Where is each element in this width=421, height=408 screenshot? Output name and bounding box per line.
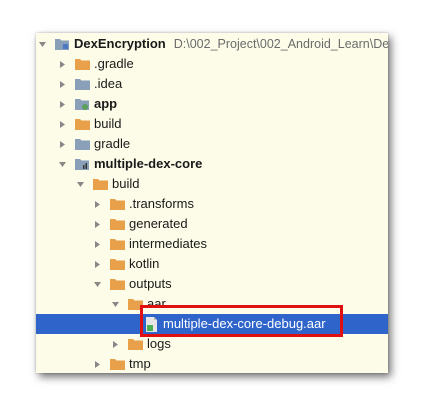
tree-item-label: logs (147, 336, 171, 351)
chevron-right-icon[interactable] (91, 254, 103, 274)
tree-row-build[interactable]: build (36, 114, 388, 134)
folder-icon (109, 216, 125, 232)
chevron-right-icon[interactable] (91, 194, 103, 214)
chevron-down-icon[interactable] (109, 294, 121, 314)
tree-row-kotlin[interactable]: kotlin (36, 254, 388, 274)
tree-item-label: intermediates (129, 236, 208, 251)
tree-row-core-build[interactable]: build (36, 174, 388, 194)
project-tree-panel: DexEncryption D:\002_Project\002_Android… (36, 33, 388, 373)
folder-icon (127, 296, 143, 312)
module-folder-icon (54, 36, 70, 52)
folder-icon (109, 276, 125, 292)
tree-row-multiple-dex-core[interactable]: multiple-dex-core (36, 154, 388, 174)
folder-icon (109, 236, 125, 252)
folder-icon (109, 256, 125, 272)
tree-row-gradle[interactable]: gradle (36, 134, 388, 154)
module-folder-icon (74, 156, 90, 172)
screenshot-stage: DexEncryption D:\002_Project\002_Android… (0, 0, 421, 408)
tree-item-label: build (94, 116, 122, 131)
tree-row-root[interactable]: DexEncryption D:\002_Project\002_Android… (36, 34, 388, 54)
folder-icon (127, 336, 143, 352)
tree-item-label: DexEncryption (74, 36, 166, 51)
tree-row-outputs[interactable]: outputs (36, 274, 388, 294)
module-folder-icon (74, 96, 90, 112)
chevron-down-icon[interactable] (91, 274, 103, 294)
tree-item-label: multiple-dex-core-debug.aar (163, 316, 326, 331)
chevron-right-icon[interactable] (56, 94, 68, 114)
folder-icon (109, 356, 125, 372)
folder-icon (74, 136, 90, 152)
tree-row-gradle-cache[interactable]: .gradle (36, 54, 388, 74)
tree-item-label: outputs (129, 276, 172, 291)
chevron-down-icon[interactable] (56, 154, 68, 174)
project-path: D:\002_Project\002_Android_Learn\De (173, 37, 388, 51)
chevron-right-icon[interactable] (109, 334, 121, 354)
folder-icon (109, 196, 125, 212)
folder-icon (74, 56, 90, 72)
chevron-down-icon[interactable] (74, 174, 86, 194)
tree-row-aar-file-selected[interactable]: multiple-dex-core-debug.aar (36, 314, 388, 334)
tree-item-label: .gradle (94, 56, 134, 71)
aar-file-icon (143, 316, 159, 332)
tree-item-label: .transforms (129, 196, 195, 211)
folder-icon (92, 176, 108, 192)
folder-icon (74, 76, 90, 92)
tree-item-label: build (112, 176, 140, 191)
tree-row-intermediates[interactable]: intermediates (36, 234, 388, 254)
tree-row-logs[interactable]: logs (36, 334, 388, 354)
chevron-right-icon[interactable] (56, 114, 68, 134)
tree-item-label: .idea (94, 76, 123, 91)
tree-row-idea[interactable]: .idea (36, 74, 388, 94)
chevron-down-icon[interactable] (36, 34, 48, 54)
chevron-right-icon[interactable] (91, 214, 103, 234)
tree-row-transforms[interactable]: .transforms (36, 194, 388, 214)
tree-item-label: aar (147, 296, 166, 311)
chevron-right-icon[interactable] (56, 134, 68, 154)
chevron-right-icon[interactable] (56, 74, 68, 94)
tree-item-label: app (94, 96, 118, 111)
chevron-right-icon[interactable] (91, 234, 103, 254)
chevron-right-icon[interactable] (56, 54, 68, 74)
folder-icon (74, 116, 90, 132)
tree-item-label: generated (129, 216, 188, 231)
tree-row-app[interactable]: app (36, 94, 388, 114)
tree-row-tmp[interactable]: tmp (36, 354, 388, 373)
tree-item-label: kotlin (129, 256, 160, 271)
tree-item-label: gradle (94, 136, 131, 151)
chevron-right-icon[interactable] (91, 354, 103, 373)
tree-row-aar[interactable]: aar (36, 294, 388, 314)
tree-item-label: tmp (129, 356, 151, 371)
tree-row-generated[interactable]: generated (36, 214, 388, 234)
tree-item-label: multiple-dex-core (94, 156, 203, 171)
